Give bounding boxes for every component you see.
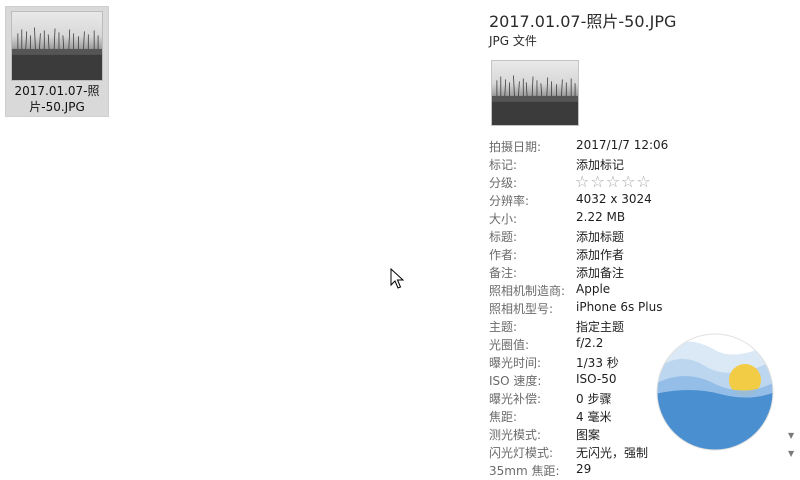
- add-subject-field[interactable]: 指定主题: [576, 318, 624, 335]
- prop-label: 曝光时间:: [489, 356, 542, 370]
- arrow-cursor-icon: [390, 268, 404, 289]
- prop-value: 2017/1/7 12:06: [576, 138, 669, 152]
- prop-label: 照相机制造商:: [489, 284, 566, 298]
- star-rating-icon[interactable]: ☆☆☆☆☆: [575, 172, 652, 191]
- prop-label: 测光模式:: [489, 428, 542, 442]
- prop-value: f/2.2: [576, 336, 604, 350]
- prop-size: 大小: 2.22 MB: [488, 209, 798, 227]
- details-thumbnail: [491, 60, 579, 126]
- prop-comments[interactable]: 备注: 添加备注: [488, 263, 798, 281]
- prop-value: ISO-50: [576, 372, 617, 386]
- prop-label: 标题:: [489, 230, 518, 244]
- file-thumbnail: [11, 11, 103, 81]
- file-tile[interactable]: 2017.01.07-照片-50.JPG: [5, 6, 109, 117]
- add-comment-field[interactable]: 添加备注: [576, 264, 624, 281]
- prop-label: 分级:: [489, 176, 518, 190]
- details-file-name: 2017.01.07-照片-50.JPG: [489, 12, 677, 31]
- metering-mode-select[interactable]: 图案: [576, 426, 600, 443]
- prop-value: 2.22 MB: [576, 210, 626, 224]
- add-title-field[interactable]: 添加标题: [576, 228, 624, 245]
- prop-label: 主题:: [489, 320, 518, 334]
- camera-maker-field[interactable]: Apple: [576, 282, 610, 296]
- prop-value: 1/33 秒: [576, 356, 619, 370]
- prop-label: 拍摄日期:: [489, 140, 542, 154]
- prop-date-taken: 拍摄日期: 2017/1/7 12:06: [488, 137, 798, 155]
- prop-tags[interactable]: 标记: 添加标记: [488, 155, 798, 173]
- details-file-type: JPG 文件: [489, 34, 537, 48]
- sea-sun-logo-icon: [656, 333, 774, 451]
- prop-camera-maker[interactable]: 照相机制造商: Apple: [488, 281, 798, 299]
- prop-label: 曝光补偿:: [489, 392, 542, 406]
- prop-title[interactable]: 标题: 添加标题: [488, 227, 798, 245]
- prop-label: 大小:: [489, 212, 518, 226]
- prop-label: 光圈值:: [489, 338, 530, 352]
- prop-label: 闪光灯模式:: [489, 446, 554, 460]
- prop-value: 0 步骤: [576, 392, 612, 406]
- prop-value: 4 毫米: [576, 410, 612, 424]
- prop-authors[interactable]: 作者: 添加作者: [488, 245, 798, 263]
- prop-label: 35mm 焦距:: [489, 464, 560, 478]
- prop-value: 4032 x 3024: [576, 192, 652, 206]
- prop-rating[interactable]: 分级: ☆☆☆☆☆: [488, 172, 798, 191]
- prop-label: 焦距:: [489, 410, 518, 424]
- add-author-field[interactable]: 添加作者: [576, 246, 624, 263]
- flash-mode-select[interactable]: 无闪光，强制: [576, 444, 648, 461]
- camera-model-field[interactable]: iPhone 6s Plus: [576, 300, 662, 314]
- prop-35mm-focal-length: 35mm 焦距: 29: [488, 461, 798, 479]
- prop-value: 29: [576, 462, 592, 476]
- prop-dimensions: 分辨率: 4032 x 3024: [488, 191, 798, 209]
- file-tile-name: 2017.01.07-照片-50.JPG: [14, 84, 100, 114]
- chevron-down-icon[interactable]: ▼: [788, 449, 794, 458]
- prop-label: 备注:: [489, 266, 518, 280]
- prop-label: 分辨率:: [489, 194, 530, 208]
- prop-camera-model[interactable]: 照相机型号: iPhone 6s Plus: [488, 299, 798, 317]
- prop-label: 作者:: [489, 248, 518, 262]
- add-tags-field[interactable]: 添加标记: [576, 156, 624, 173]
- prop-label: 照相机型号:: [489, 302, 554, 316]
- prop-label: 标记:: [489, 158, 518, 172]
- prop-label: ISO 速度:: [489, 374, 542, 388]
- chevron-down-icon[interactable]: ▼: [788, 431, 794, 440]
